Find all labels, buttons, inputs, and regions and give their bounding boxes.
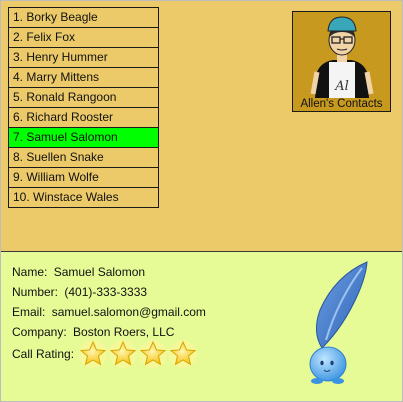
number-label: Number:	[12, 285, 59, 299]
cartoon-man-avatar-icon: Al	[310, 16, 374, 98]
email-label: Email:	[12, 305, 46, 319]
contacts-panel: 1. Borky Beagle 2. Felix Fox 3. Henry Hu…	[1, 1, 402, 252]
star-icon	[79, 340, 108, 368]
star-icon	[169, 340, 198, 368]
rating-row: Call Rating:	[12, 339, 198, 369]
star-icon	[109, 340, 138, 368]
contact-item-richard-rooster[interactable]: 6. Richard Rooster	[9, 108, 158, 128]
contact-item-william-wolfe[interactable]: 9. William Wolfe	[9, 168, 158, 188]
email-value: samuel.salomon@gmail.com	[51, 305, 206, 319]
contact-item-winstace-wales[interactable]: 10. Winstace Wales	[9, 188, 158, 207]
avatar-shirt-text: Al	[334, 79, 349, 94]
contact-item-marry-mittens[interactable]: 4. Marry Mittens	[9, 68, 158, 88]
owner-card: Al Allen's Contacts	[292, 11, 391, 112]
contact-item-felix-fox[interactable]: 2. Felix Fox	[9, 28, 158, 48]
company-label: Company:	[12, 325, 67, 339]
rating-stars	[78, 339, 198, 369]
contact-item-samuel-salomon[interactable]: 7. Samuel Salomon	[9, 128, 158, 148]
contact-item-ronald-rangoon[interactable]: 5. Ronald Rangoon	[9, 88, 158, 108]
contact-item-borky-beagle[interactable]: 1. Borky Beagle	[9, 8, 158, 28]
star-icon	[139, 340, 168, 368]
owner-card-title: Allen's Contacts	[300, 98, 383, 110]
company-value: Boston Roers, LLC	[73, 325, 175, 339]
name-value: Samuel Salomon	[53, 265, 146, 279]
name-label: Name:	[12, 265, 48, 279]
contact-list: 1. Borky Beagle 2. Felix Fox 3. Henry Hu…	[8, 7, 159, 208]
water-drop-mascot-icon	[309, 261, 368, 384]
number-row: Number: (401)-333-3333	[12, 285, 147, 299]
name-row: Name: Samuel Salomon	[12, 265, 145, 279]
contact-details-panel: Name: Samuel Salomon Number: (401)-333-3…	[1, 252, 402, 401]
number-value: (401)-333-3333	[64, 285, 148, 299]
rating-label: Call Rating:	[12, 347, 75, 361]
contact-item-henry-hummer[interactable]: 3. Henry Hummer	[9, 48, 158, 68]
contacts-app: 1. Borky Beagle 2. Felix Fox 3. Henry Hu…	[0, 0, 403, 402]
email-row: Email: samuel.salomon@gmail.com	[12, 305, 206, 319]
company-row: Company: Boston Roers, LLC	[12, 325, 174, 339]
contact-item-suellen-snake[interactable]: 8. Suellen Snake	[9, 148, 158, 168]
